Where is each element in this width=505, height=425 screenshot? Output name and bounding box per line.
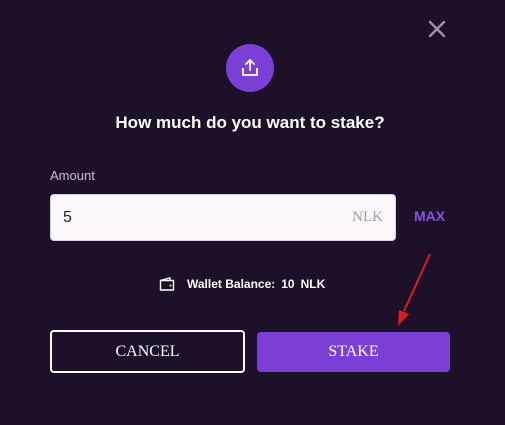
stake-dialog: How much do you want to stake? Amount NL… [0,0,505,425]
wallet-balance-unit: NLK [300,277,326,291]
stake-button[interactable]: STAKE [257,332,450,372]
amount-input[interactable] [63,195,323,240]
amount-unit: NLK [352,209,383,225]
dialog-title: How much do you want to stake? [115,113,385,132]
close-button[interactable] [426,18,448,40]
share-upload-icon [242,59,258,76]
cancel-button[interactable]: CANCEL [50,330,245,373]
wallet-icon [158,276,176,292]
wallet-balance-value: 10 [281,277,295,291]
close-icon [428,20,446,38]
header-icon-badge [226,44,274,92]
amount-label: Amount [50,168,95,183]
wallet-balance: Wallet Balance: 10 NLK [158,276,325,292]
amount-field: NLK [50,194,396,241]
wallet-balance-label: Wallet Balance: [187,277,276,291]
max-button[interactable]: MAX [414,208,445,224]
